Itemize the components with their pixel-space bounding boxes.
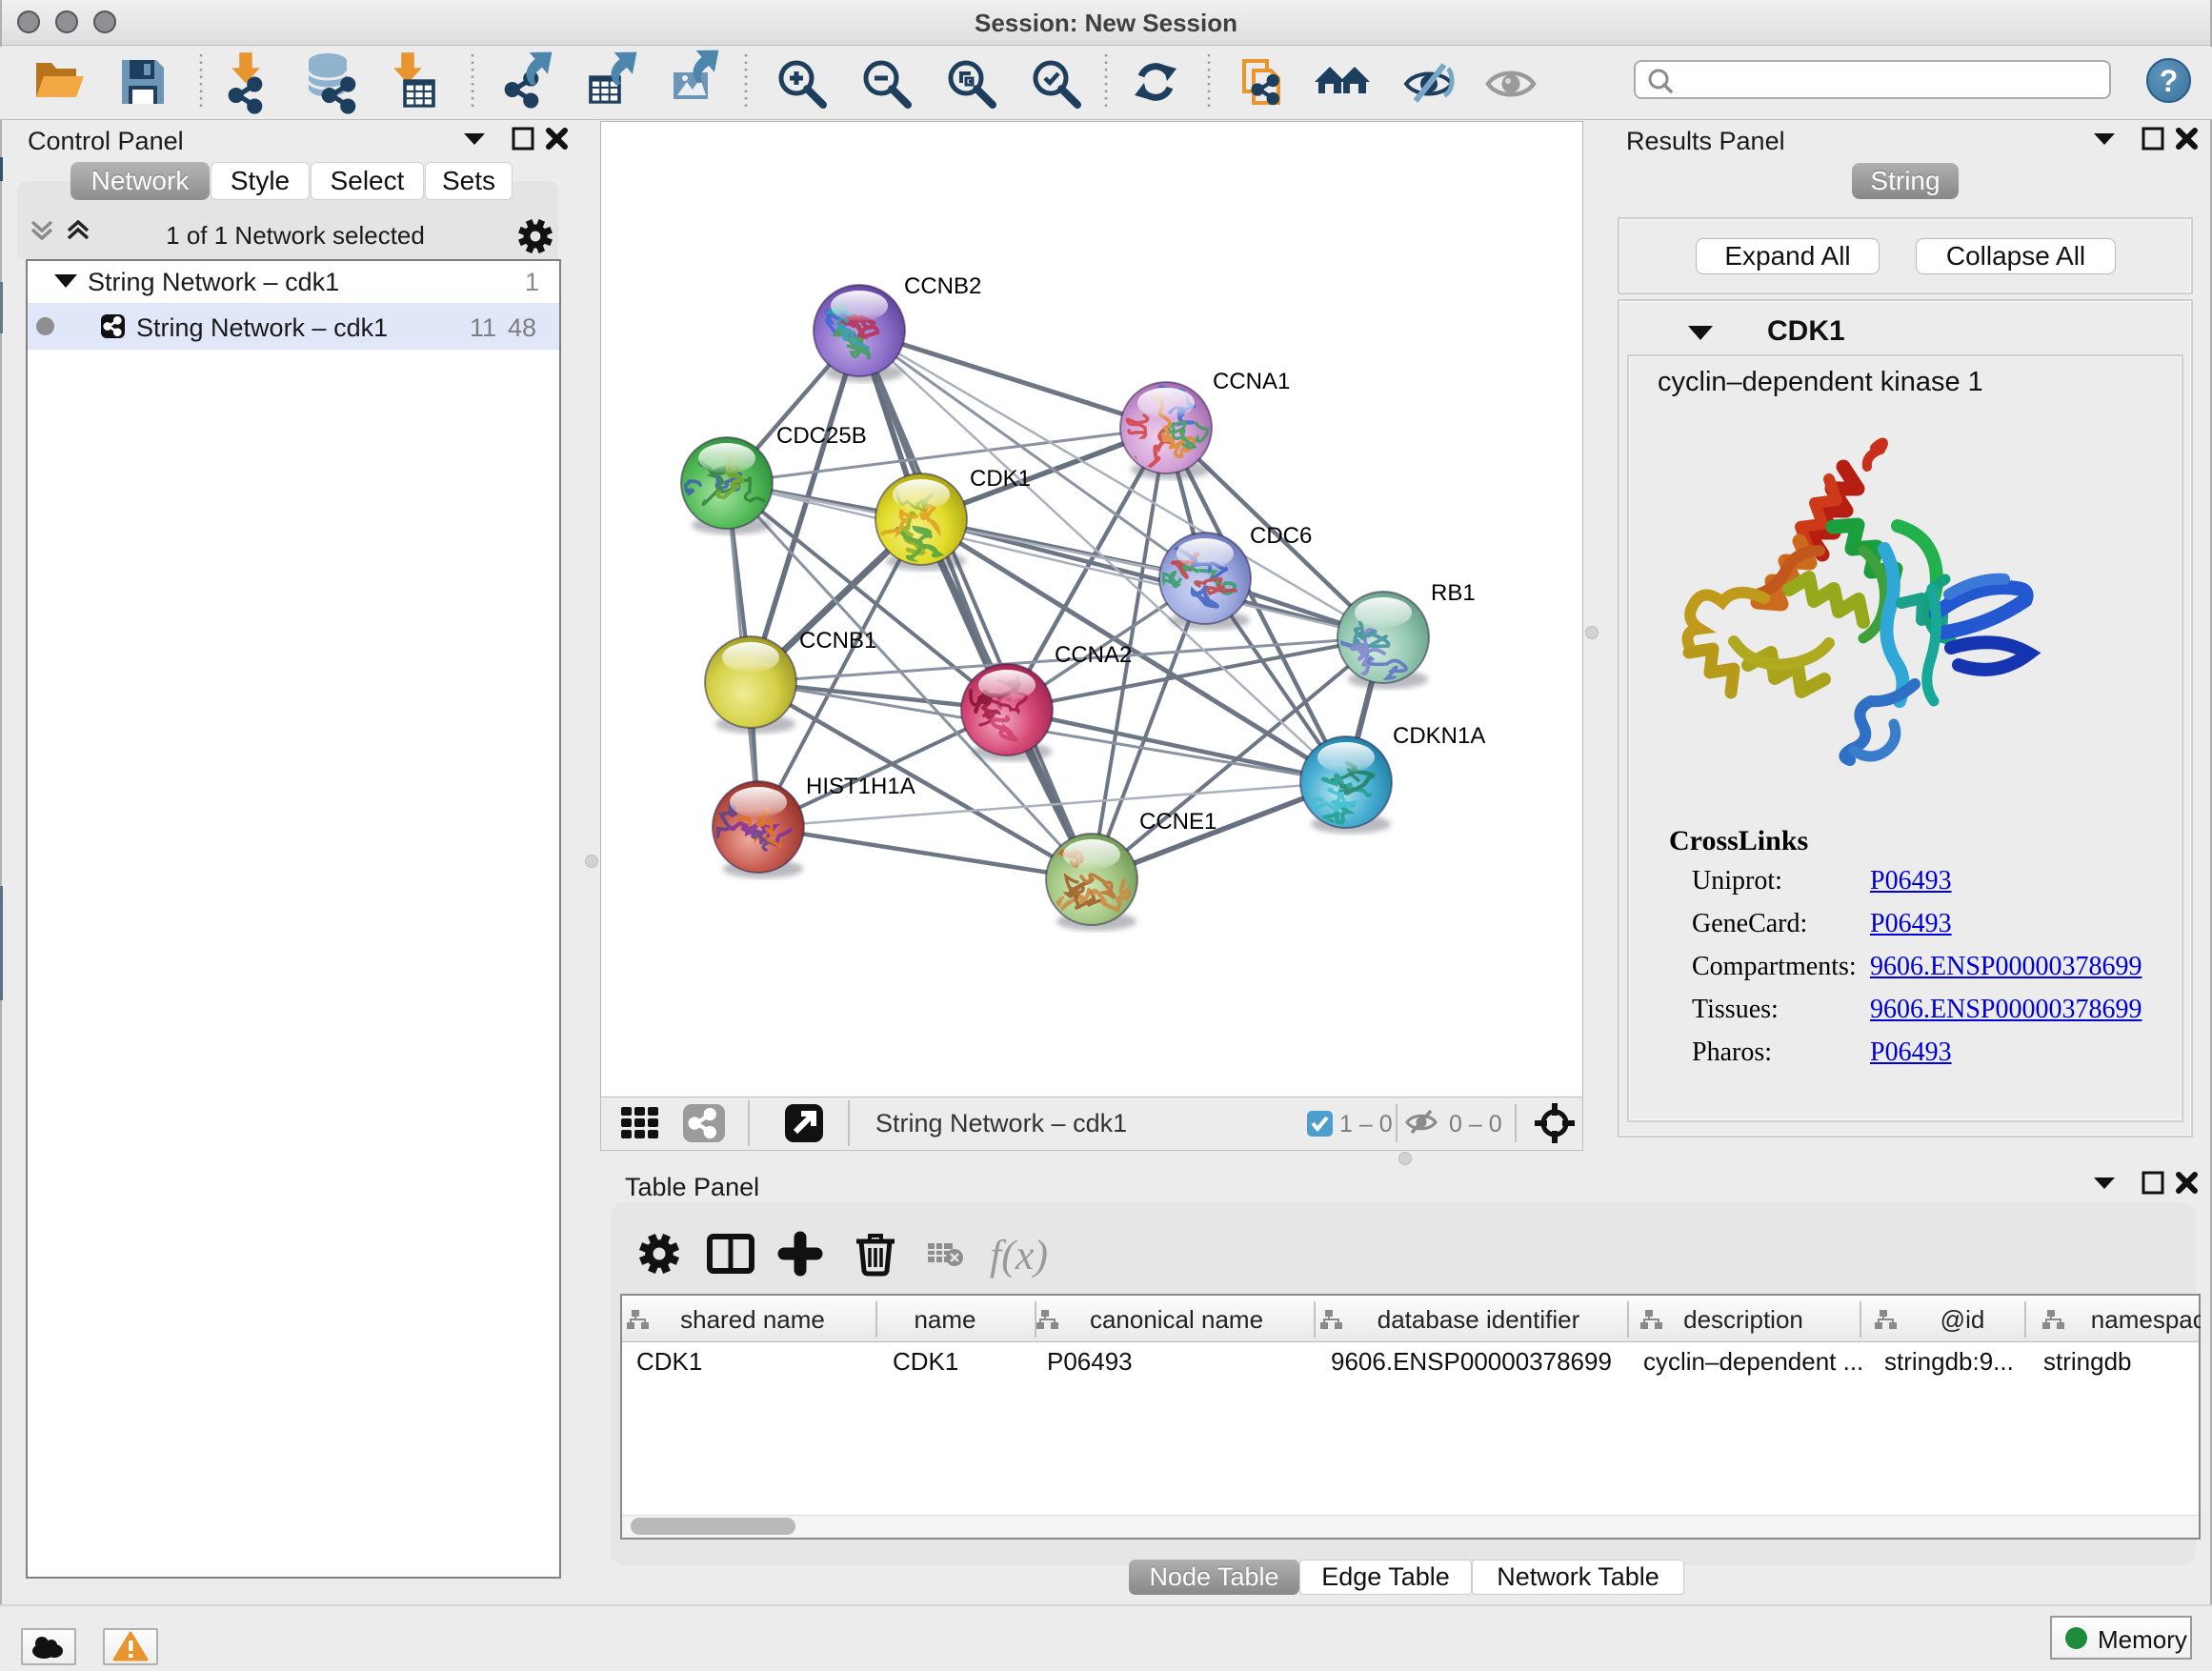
svg-text:CDK1: CDK1: [970, 466, 1031, 492]
svg-text:description: description: [1683, 1305, 1803, 1334]
svg-text:HIST1H1A: HIST1H1A: [806, 774, 915, 799]
svg-text:shared name: shared name: [680, 1305, 825, 1334]
svg-text:name: name: [914, 1305, 975, 1334]
svg-text:0 – 0: 0 – 0: [1449, 1111, 1502, 1137]
svg-text:1 – 0: 1 – 0: [1339, 1111, 1393, 1137]
svg-text:RB1: RB1: [1431, 580, 1476, 606]
svg-text:CCNE1: CCNE1: [1139, 809, 1217, 835]
svg-text:CDKN1A: CDKN1A: [1393, 723, 1485, 749]
svg-text:database identifier: database identifier: [1377, 1305, 1580, 1334]
svg-text:CCNA2: CCNA2: [1055, 642, 1132, 668]
svg-text:CCNB1: CCNB1: [799, 628, 876, 654]
svg-text:CDC6: CDC6: [1250, 523, 1312, 549]
svg-text:canonical name: canonical name: [1090, 1305, 1263, 1334]
svg-text:namespace: namespace: [2091, 1305, 2201, 1334]
svg-text:f(x): f(x): [990, 1232, 1048, 1278]
svg-text:String Network – cdk1: String Network – cdk1: [875, 1109, 1127, 1137]
svg-text:@id: @id: [1941, 1305, 1985, 1334]
svg-text:CCNB2: CCNB2: [904, 273, 981, 299]
svg-text:CCNA1: CCNA1: [1213, 369, 1290, 394]
svg-text:CDC25B: CDC25B: [776, 423, 867, 449]
